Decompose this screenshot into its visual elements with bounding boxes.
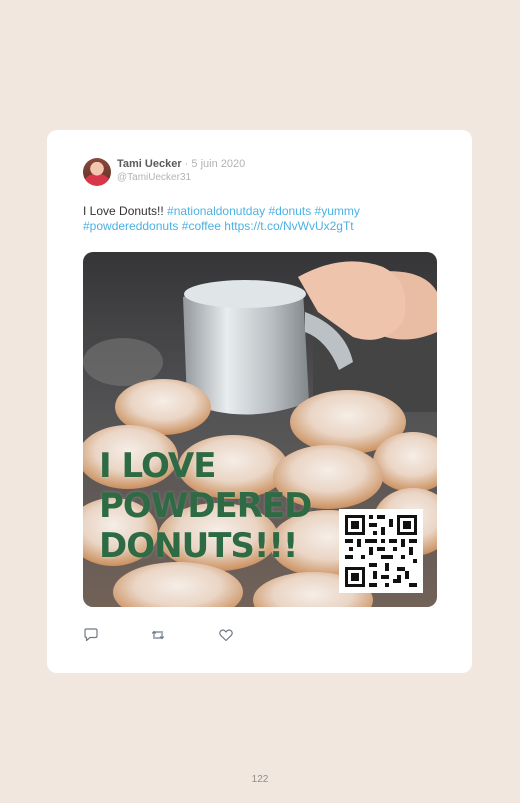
tweet-card: Tami Uecker · 5 juin 2020 @TamiUecker31 … [47, 130, 472, 673]
hashtag-link[interactable]: #powdereddonuts [83, 219, 178, 233]
author-name[interactable]: Tami Uecker [117, 158, 182, 170]
qr-code-graphic [339, 509, 423, 593]
poster-headline: I LOVE POWDERED DONUTS!!! [99, 446, 312, 566]
tweet-text-plain: I Love Donuts!! [83, 204, 168, 218]
tweet-date[interactable]: 5 juin 2020 [191, 158, 245, 170]
author-handle[interactable]: @TamiUecker31 [117, 172, 191, 183]
poster-line: DONUTS!!! [99, 526, 298, 566]
retweet-icon[interactable] [150, 627, 166, 643]
hashtag-link[interactable]: #coffee [182, 219, 221, 233]
tweet-actions [83, 627, 283, 645]
avatar[interactable] [83, 158, 111, 186]
hashtag-link[interactable]: #donuts [268, 204, 311, 218]
hashtag-link[interactable]: #yummy [315, 204, 360, 218]
qr-code [339, 509, 423, 593]
tweet-text: I Love Donuts!! #nationaldonutday #donut… [83, 204, 413, 234]
tweet-image[interactable]: I LOVE POWDERED DONUTS!!! [83, 252, 437, 607]
like-icon[interactable] [218, 627, 234, 643]
tweet-url-link[interactable]: https://t.co/NvWvUx2gTt [224, 219, 353, 233]
poster-line: I LOVE [99, 446, 216, 486]
page-number: 122 [251, 774, 269, 785]
hashtag-link[interactable]: #nationaldonutday [167, 204, 265, 218]
poster-line: POWDERED [99, 486, 312, 526]
reply-icon[interactable] [83, 627, 99, 643]
tweet-header: Tami Uecker · 5 juin 2020 [117, 158, 245, 170]
header-separator: · [184, 158, 189, 170]
